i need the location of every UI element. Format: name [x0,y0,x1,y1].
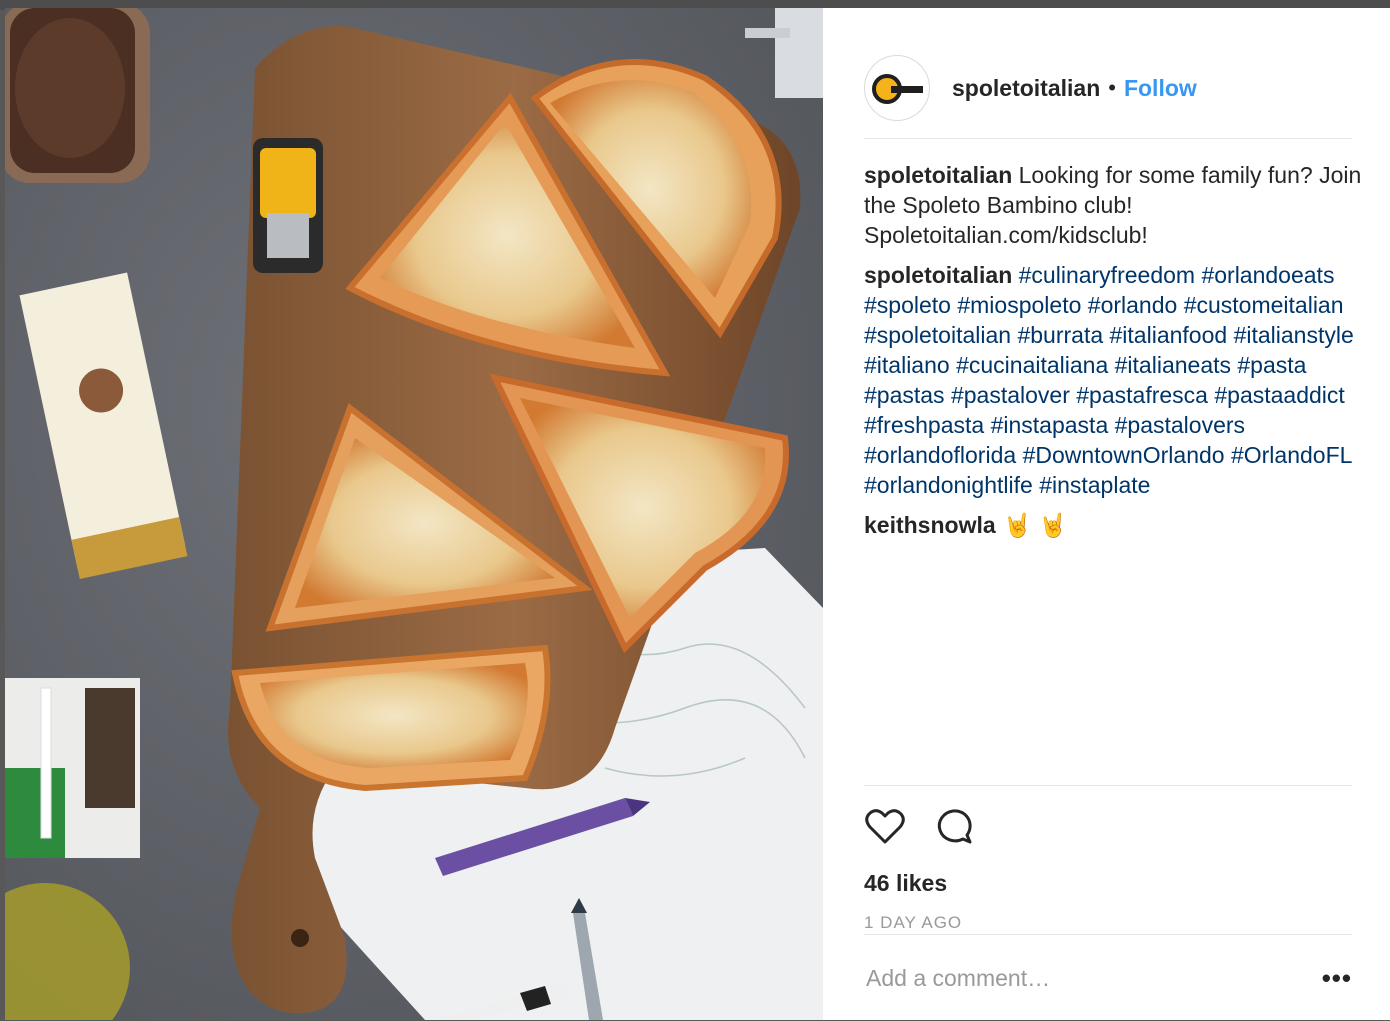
hashtag-link[interactable]: #pastas [864,382,945,408]
hashtag-comment: spoletoitalian #culinaryfreedom #orlando… [864,260,1364,500]
hashtag-link[interactable]: #instaplate [1039,472,1150,498]
hashtag-link[interactable]: #burrata [1017,322,1103,348]
avatar[interactable] [864,55,930,121]
hashtag-link[interactable]: #orlando [1088,292,1178,318]
hashtag-link[interactable]: #pasta [1237,352,1306,378]
add-comment-input[interactable] [864,964,1286,992]
hashtag-link[interactable]: #orlandonightlife [864,472,1033,498]
follow-button[interactable]: Follow [1124,75,1197,102]
comment-author[interactable]: spoletoitalian [864,262,1012,288]
comments-list: spoletoitalian Looking for some family f… [864,160,1364,551]
speech-bubble-icon[interactable] [932,806,974,848]
snack-bar [19,272,188,580]
hashtag-link[interactable]: #instapasta [991,412,1109,438]
glass [5,883,130,1020]
hashtag-link[interactable]: #pastalover [951,382,1070,408]
post-actions: 46 likes 1 DAY AGO [864,785,1352,933]
action-icons [864,806,1352,848]
hashtag-link[interactable]: #pastafresca [1076,382,1208,408]
caption-comment: spoletoitalian Looking for some family f… [864,160,1364,250]
hashtag-link[interactable]: #OrlandoFL [1231,442,1352,468]
heart-icon[interactable] [864,806,906,848]
post-details-panel: spoletoitalian • Follow spoletoitalian L… [823,8,1390,1020]
hashtag-link[interactable]: #orlandoflorida [864,442,1016,468]
hashtag-link[interactable]: #cucinaitaliana [956,352,1108,378]
post-modal: spoletoitalian • Follow spoletoitalian L… [5,8,1390,1020]
likes-count[interactable]: 46 likes [864,870,1352,897]
post-header: spoletoitalian • Follow [864,38,1352,139]
header-username[interactable]: spoletoitalian [952,75,1100,102]
toy-car [253,138,323,273]
pizza-photo-illustration [5,8,823,1020]
juice-box [5,678,140,858]
reply-comment: keithsnowla 🤘 🤘 [864,510,1364,541]
comment-author[interactable]: spoletoitalian [864,162,1012,188]
separator-dot: • [1108,75,1116,100]
hashtag-link[interactable]: #pastalovers [1115,412,1245,438]
toy-plane [745,8,823,98]
hashtag-link[interactable]: #culinaryfreedom [1019,262,1195,288]
hashtag-link[interactable]: #italianeats [1115,352,1231,378]
hashtag-link[interactable]: #customeitalian [1184,292,1344,318]
logo-bar [891,86,923,93]
hashtag-link[interactable]: #italiano [864,352,950,378]
comment-box: ••• [864,934,1352,1021]
comment-text: 🤘 🤘 [995,513,1068,539]
post-image[interactable] [5,8,823,1020]
post-timestamp[interactable]: 1 DAY AGO [864,913,1352,933]
hashtag-link[interactable]: #DowntownOrlando [1023,442,1225,468]
hashtag-list: #culinaryfreedom #orlandoeats #spoleto #… [864,262,1354,498]
hashtag-link[interactable]: #miospoleto [957,292,1081,318]
hashtag-link[interactable]: #orlandoeats [1201,262,1334,288]
hashtag-link[interactable]: #spoleto [864,292,951,318]
hashtag-link[interactable]: #pastaaddict [1214,382,1344,408]
comment-author[interactable]: keithsnowla [864,512,996,538]
hashtag-link[interactable]: #freshpasta [864,412,984,438]
more-options-button[interactable]: ••• [1322,963,1352,994]
hashtag-link[interactable]: #spoletoitalian [864,322,1011,348]
hashtag-link[interactable]: #italianfood [1110,322,1228,348]
hashtag-link[interactable]: #italianstyle [1234,322,1354,348]
